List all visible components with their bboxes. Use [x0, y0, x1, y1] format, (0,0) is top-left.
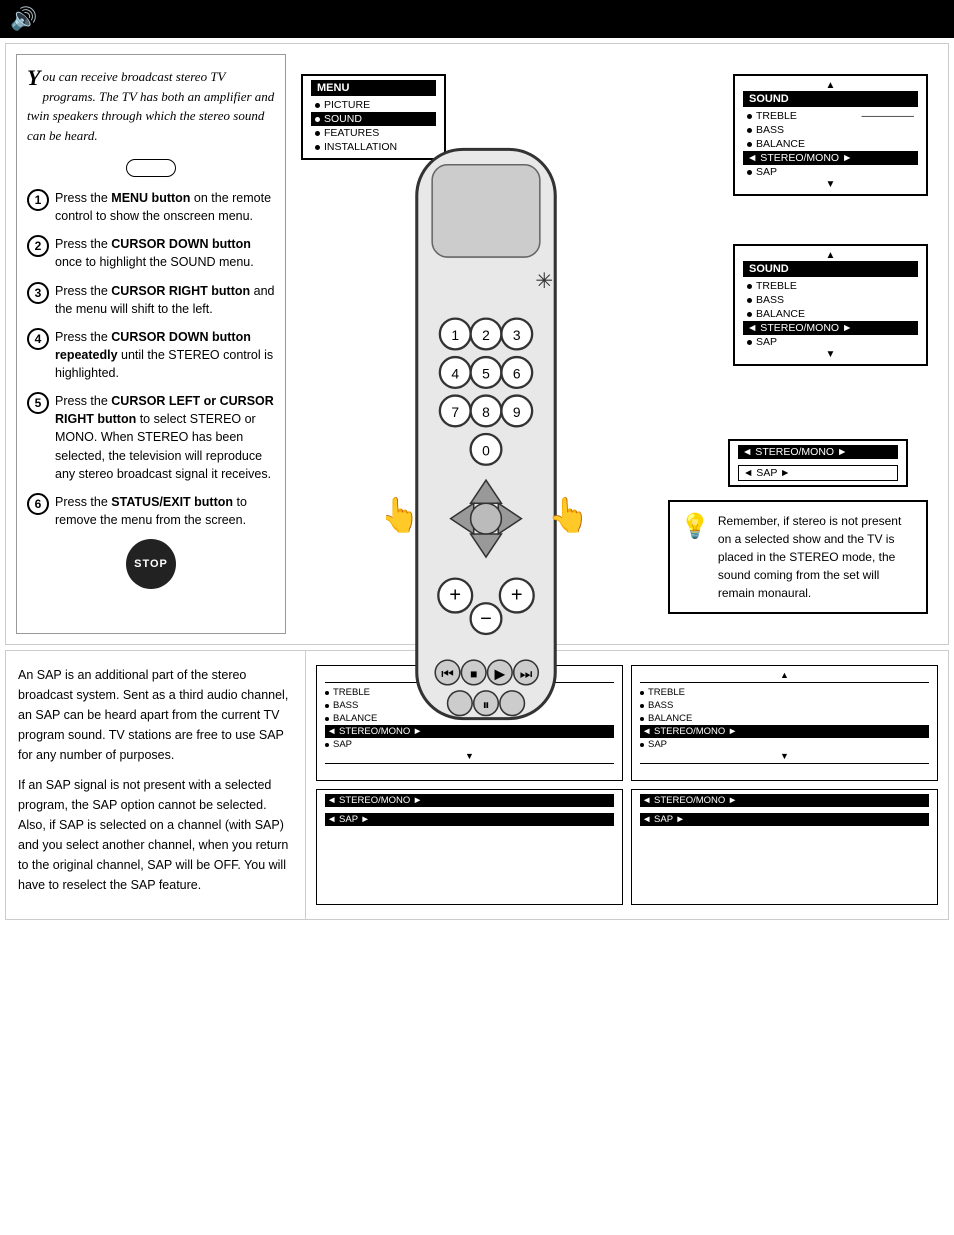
stereo-arrow-down2: ▼ — [743, 349, 918, 360]
svg-text:+: + — [449, 585, 461, 607]
step-5-text: Press the CURSOR LEFT or CURSOR RIGHT bu… — [55, 392, 275, 483]
diagram-area: MENU PICTURE SOUND FEATURES INSTALLATION… — [296, 54, 938, 634]
mm3-row-sap: ◄ SAP ► — [325, 813, 614, 826]
menu-item-picture: PICTURE — [311, 98, 436, 112]
svg-text:+: + — [511, 585, 523, 607]
svg-text:▶: ▶ — [495, 666, 506, 682]
step-2: 2 Press the CURSOR DOWN button once to h… — [27, 235, 275, 271]
mm4-row-sap: ◄ SAP ► — [640, 813, 929, 826]
step-3-circle: 3 — [27, 282, 49, 304]
tip-text: Remember, if stereo is not present on a … — [718, 512, 916, 602]
svg-text:👆: 👆 — [548, 495, 586, 534]
mm2-bottom: ▼ — [640, 751, 929, 764]
stereo-selected-box: ◄ STEREO/MONO ► ◄ SAP ► — [728, 439, 908, 487]
svg-text:⏮: ⏮ — [441, 666, 453, 682]
mini-menu-4: ◄ STEREO/MONO ► ◄ SAP ► — [631, 789, 938, 905]
mm2-title: ▲ — [640, 670, 929, 683]
step-4-circle: 4 — [27, 328, 49, 350]
sound-menu-box: ▲ SOUND TREBLE ————— BASS BALANCE ◄ STER… — [733, 74, 928, 196]
intro-text: You can receive broadcast stereo TV prog… — [27, 67, 275, 145]
mm2-row-bass: BASS — [640, 699, 929, 712]
audio-icon: 🔊 — [10, 8, 37, 30]
intro-body: ou can receive broadcast stereo TV progr… — [27, 69, 274, 143]
menu-item-sound: SOUND — [311, 112, 436, 126]
sound-item-stereo: ◄ STEREO/MONO ► — [743, 151, 918, 165]
sound-item-treble: TREBLE ————— — [743, 109, 918, 123]
svg-text:8: 8 — [482, 404, 490, 420]
stereo-item-balance: BALANCE — [743, 307, 918, 321]
step-5-circle: 5 — [27, 392, 49, 414]
svg-text:⏭: ⏭ — [520, 666, 533, 682]
step-4: 4 Press the CURSOR DOWN button repeatedl… — [27, 328, 275, 382]
svg-text:9: 9 — [513, 404, 521, 420]
stereo-item-stereo: ◄ STEREO/MONO ► — [743, 321, 918, 335]
remote-control: 1 2 3 4 5 6 7 8 9 0 — [386, 134, 586, 752]
sound-item-balance: BALANCE — [743, 137, 918, 151]
stereo-selected-sap: ◄ SAP ► — [738, 465, 898, 481]
svg-text:6: 6 — [513, 366, 521, 382]
step-6-text: Press the STATUS/EXIT button to remove t… — [55, 493, 275, 529]
sound-item-sap: SAP — [743, 165, 918, 179]
sap-para-2: If an SAP signal is not present with a s… — [18, 775, 293, 895]
step-4-text: Press the CURSOR DOWN button repeatedly … — [55, 328, 275, 382]
stereo-menu-mid: ▲ SOUND TREBLE BASS BALANCE ◄ STEREO/MON… — [733, 244, 928, 366]
step-3-text: Press the CURSOR RIGHT button and the me… — [55, 282, 275, 318]
svg-text:5: 5 — [482, 366, 490, 382]
step-2-circle: 2 — [27, 235, 49, 257]
remote-pill-icon — [126, 159, 176, 177]
menu-arrow-up: ▲ — [743, 80, 918, 91]
tip-box: 💡 Remember, if stereo is not present on … — [668, 500, 928, 614]
mini-menu-2: ▲ TREBLE BASS BALANCE ◄ STEREO/MONO ► SA… — [631, 665, 938, 781]
step-3: 3 Press the CURSOR RIGHT button and the … — [27, 282, 275, 318]
svg-text:3: 3 — [513, 327, 521, 343]
mm4-row-stereo: ◄ STEREO/MONO ► — [640, 794, 929, 807]
sound-menu-title: SOUND — [743, 91, 918, 107]
mm2-row-balance: BALANCE — [640, 712, 929, 725]
menu-arrow-down: ▼ — [743, 179, 918, 190]
svg-text:−: − — [480, 608, 492, 630]
sound-item-bass: BASS — [743, 123, 918, 137]
svg-text:👆: 👆 — [386, 495, 420, 534]
svg-text:1: 1 — [451, 327, 459, 343]
main-content: You can receive broadcast stereo TV prog… — [5, 43, 949, 645]
stereo-item-bass: BASS — [743, 293, 918, 307]
main-menu-title: MENU — [311, 80, 436, 96]
svg-text:⏸: ⏸ — [483, 696, 490, 712]
speaker-icon: 🔊 — [10, 8, 37, 30]
step-2-text: Press the CURSOR DOWN button once to hig… — [55, 235, 275, 271]
stop-badge: STOP — [126, 539, 176, 589]
stereo-item-treble: TREBLE — [743, 279, 918, 293]
stereo-item-sap: SAP — [743, 335, 918, 349]
mm2-row-sap: SAP — [640, 738, 929, 751]
svg-text:2: 2 — [482, 327, 490, 343]
header-bar: 🔊 — [0, 0, 954, 38]
step-1-text: Press the MENU button on the remote cont… — [55, 189, 275, 225]
instructions-panel: You can receive broadcast stereo TV prog… — [16, 54, 286, 634]
mm2-row-stereo: ◄ STEREO/MONO ► — [640, 725, 929, 738]
svg-text:⏹: ⏹ — [470, 666, 477, 682]
step-6-circle: 6 — [27, 493, 49, 515]
step-1: 1 Press the MENU button on the remote co… — [27, 189, 275, 225]
mm2-row-treble: TREBLE — [640, 686, 929, 699]
svg-text:✳: ✳ — [535, 269, 553, 293]
svg-text:0: 0 — [482, 443, 490, 459]
step-6: 6 Press the STATUS/EXIT button to remove… — [27, 493, 275, 529]
mm3-row-stereo: ◄ STEREO/MONO ► — [325, 794, 614, 807]
tip-bulb-icon: 💡 — [680, 512, 710, 541]
mini-menu-3: ◄ STEREO/MONO ► ◄ SAP ► — [316, 789, 623, 905]
svg-text:4: 4 — [451, 366, 459, 382]
remote-svg: 1 2 3 4 5 6 7 8 9 0 — [386, 134, 586, 749]
sap-para-1: An SAP is an additional part of the ster… — [18, 665, 293, 765]
big-letter-y: Y — [27, 67, 40, 89]
stereo-menu-title: SOUND — [743, 261, 918, 277]
sap-description: An SAP is an additional part of the ster… — [6, 651, 306, 919]
svg-text:7: 7 — [451, 404, 459, 420]
mm1-bottom: ▼ — [325, 751, 614, 764]
step-5: 5 Press the CURSOR LEFT or CURSOR RIGHT … — [27, 392, 275, 483]
step-1-circle: 1 — [27, 189, 49, 211]
stereo-selected-stereo: ◄ STEREO/MONO ► — [738, 445, 898, 459]
stereo-arrow-up: ▲ — [743, 250, 918, 261]
